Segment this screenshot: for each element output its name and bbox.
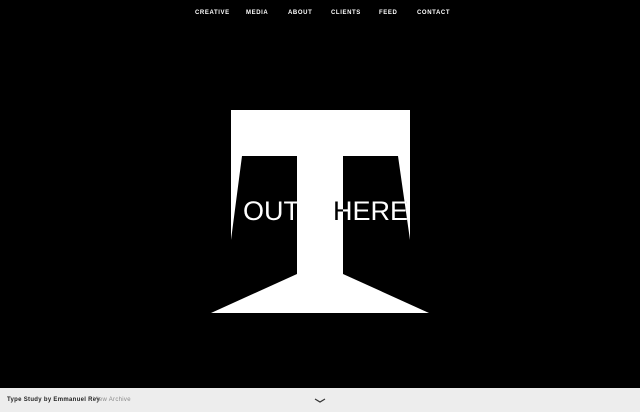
- page: CREATIVE MEDIA ABOUT CLIENTS FEED CONTAC…: [0, 0, 640, 412]
- t-base: [211, 274, 429, 313]
- type-study-artwork: OUT HERE HERE: [211, 110, 429, 313]
- footer-bar: Type Study by Emmanuel Rey View Archive: [0, 388, 640, 412]
- view-archive-link[interactable]: View Archive: [93, 395, 131, 405]
- chevron-down-icon[interactable]: [314, 396, 326, 404]
- footer-credit: Type Study by Emmanuel Rey: [7, 397, 101, 403]
- overlay-text-right-outside: HERE: [333, 196, 408, 226]
- overlay-text-left: OUT: [243, 196, 300, 226]
